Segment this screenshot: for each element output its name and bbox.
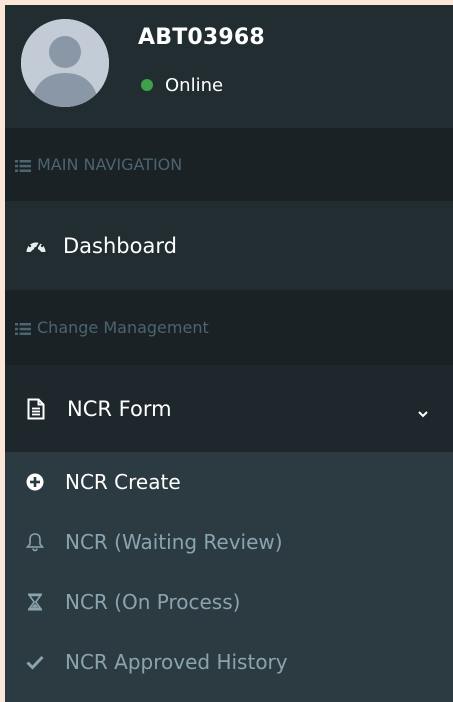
- user-status[interactable]: Online: [138, 73, 223, 97]
- change-management-header: Change Management: [5, 290, 453, 365]
- dashboard-icon: [25, 235, 47, 257]
- ncr-approved-history-label: NCR Approved History: [65, 650, 288, 674]
- ncr-form-label: NCR Form: [67, 396, 172, 421]
- submenu-item-ncr-approved-history[interactable]: NCR Approved History: [5, 632, 453, 692]
- check-icon: [25, 652, 45, 672]
- ncr-waiting-review-label: NCR (Waiting Review): [65, 530, 283, 554]
- status-label: Online: [165, 74, 224, 96]
- file-icon: [27, 398, 45, 420]
- user-name: ABT03968: [138, 25, 265, 50]
- hourglass-icon: [25, 592, 45, 612]
- online-dot-icon: [141, 79, 153, 91]
- plus-circle-icon: [25, 472, 45, 492]
- main-navigation-label: MAIN NAVIGATION: [37, 155, 183, 174]
- user-panel: ABT03968 Online: [5, 5, 453, 128]
- sidebar-item-ncr-form[interactable]: NCR Form: [5, 365, 453, 452]
- list-icon: [15, 321, 31, 335]
- submenu-item-ncr-waiting-review[interactable]: NCR (Waiting Review): [5, 512, 453, 572]
- submenu-item-ncr-on-process[interactable]: NCR (On Process): [5, 572, 453, 632]
- sidebar-item-dashboard[interactable]: Dashboard: [5, 201, 453, 290]
- bell-icon: [25, 532, 45, 552]
- ncr-on-process-label: NCR (On Process): [65, 590, 241, 614]
- user-avatar-icon: [21, 19, 109, 107]
- ncr-create-label: NCR Create: [65, 470, 181, 494]
- chevron-down-icon[interactable]: [417, 401, 429, 418]
- change-management-label: Change Management: [37, 318, 209, 337]
- sidebar: ABT03968 Online MAIN NAVIGATION Dashboar…: [5, 5, 453, 702]
- list-icon: [15, 158, 31, 172]
- submenu-item-ncr-create[interactable]: NCR Create: [5, 452, 453, 512]
- avatar: [21, 19, 109, 107]
- main-navigation-header: MAIN NAVIGATION: [5, 128, 453, 201]
- ncr-submenu: NCR Create NCR (Waiting Review) NCR (On …: [5, 452, 453, 702]
- dashboard-label: Dashboard: [63, 233, 177, 258]
